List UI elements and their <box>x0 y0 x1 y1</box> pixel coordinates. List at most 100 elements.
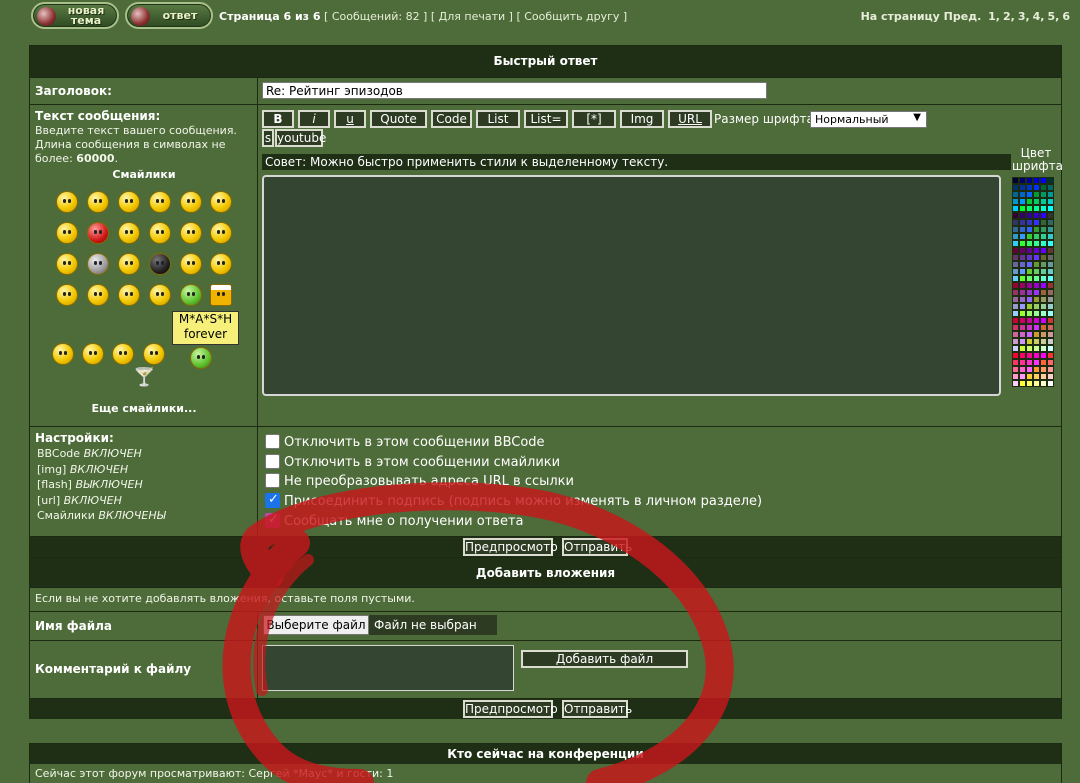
color-swatch[interactable] <box>1026 205 1033 212</box>
color-swatch[interactable] <box>1040 233 1047 240</box>
color-swatch[interactable] <box>1047 331 1054 338</box>
submit-button[interactable]: Отправить <box>562 700 632 718</box>
color-swatch[interactable] <box>1026 359 1033 366</box>
color-swatch[interactable] <box>1019 177 1026 184</box>
page-link[interactable]: 5, <box>1048 10 1060 23</box>
color-swatch[interactable] <box>1026 345 1033 352</box>
color-swatch[interactable] <box>1040 240 1047 247</box>
checkbox[interactable] <box>265 473 280 488</box>
preview-button[interactable]: Предпросмотр <box>463 538 558 556</box>
color-swatch[interactable] <box>1033 212 1040 219</box>
color-swatch[interactable] <box>1012 261 1019 268</box>
smiley-icon[interactable] <box>118 284 140 306</box>
url-button[interactable]: URL <box>668 110 712 128</box>
color-swatch[interactable] <box>1040 359 1047 366</box>
color-swatch[interactable] <box>1026 247 1033 254</box>
more-smilies-link[interactable]: Еще смайлики... <box>30 402 258 415</box>
smiley-icon[interactable] <box>118 253 140 275</box>
color-swatch[interactable] <box>1012 303 1019 310</box>
color-swatch[interactable] <box>1012 324 1019 331</box>
color-swatch[interactable] <box>1047 380 1054 387</box>
bomb-icon[interactable] <box>149 253 171 275</box>
list-item-button[interactable]: [*] <box>572 110 616 128</box>
color-swatch[interactable] <box>1019 310 1026 317</box>
color-swatch[interactable] <box>1033 198 1040 205</box>
color-swatch[interactable] <box>1026 317 1033 324</box>
color-swatch[interactable] <box>1040 212 1047 219</box>
smiley-icon[interactable] <box>56 284 78 306</box>
color-swatch[interactable] <box>1019 268 1026 275</box>
color-swatch[interactable] <box>1012 282 1019 289</box>
color-swatch[interactable] <box>1012 240 1019 247</box>
color-swatch[interactable] <box>1026 380 1033 387</box>
page-link[interactable]: 2, <box>1003 10 1015 23</box>
color-swatch[interactable] <box>1047 373 1054 380</box>
smiley-icon[interactable] <box>143 343 165 365</box>
color-swatch[interactable] <box>1040 198 1047 205</box>
color-swatch[interactable] <box>1040 282 1047 289</box>
color-swatch[interactable] <box>1040 380 1047 387</box>
color-swatch[interactable] <box>1026 240 1033 247</box>
color-swatch[interactable] <box>1026 366 1033 373</box>
color-swatch[interactable] <box>1026 310 1033 317</box>
color-swatch[interactable] <box>1012 226 1019 233</box>
color-swatch[interactable] <box>1012 247 1019 254</box>
smiley-icon[interactable] <box>56 253 78 275</box>
color-swatch[interactable] <box>1040 184 1047 191</box>
color-swatch[interactable] <box>1019 240 1026 247</box>
color-swatch[interactable] <box>1033 359 1040 366</box>
page-link[interactable]: 1, <box>988 10 1000 23</box>
smiley-icon[interactable] <box>56 222 78 244</box>
color-swatch[interactable] <box>1026 191 1033 198</box>
checkbox[interactable] <box>265 454 280 469</box>
color-swatch[interactable] <box>1026 373 1033 380</box>
checkbox-checked[interactable] <box>265 512 280 528</box>
color-swatch[interactable] <box>1012 212 1019 219</box>
color-swatch[interactable] <box>1033 226 1040 233</box>
color-swatch[interactable] <box>1019 352 1026 359</box>
color-swatch[interactable] <box>1026 338 1033 345</box>
notify-reply-option[interactable]: Сообщать мне о получении ответа <box>265 512 524 529</box>
smiley-icon[interactable] <box>210 253 232 275</box>
color-swatch[interactable] <box>1047 261 1054 268</box>
color-swatch[interactable] <box>1040 317 1047 324</box>
color-swatch[interactable] <box>1012 331 1019 338</box>
color-swatch[interactable] <box>1040 366 1047 373</box>
color-swatch[interactable] <box>1033 275 1040 282</box>
color-swatch[interactable] <box>1047 282 1054 289</box>
green-smiley-icon[interactable] <box>190 347 212 369</box>
font-size-select[interactable]: Нормальный ▼ <box>810 111 927 128</box>
color-swatch[interactable] <box>1012 205 1019 212</box>
underline-button[interactable]: u <box>334 110 366 128</box>
color-swatch[interactable] <box>1047 184 1054 191</box>
green-smiley-icon[interactable] <box>180 284 202 306</box>
color-swatch[interactable] <box>1040 268 1047 275</box>
mash-banner[interactable]: M*A*S*H forever <box>172 311 239 345</box>
page-link[interactable]: 4, <box>1033 10 1045 23</box>
color-swatch[interactable] <box>1012 380 1019 387</box>
color-swatch[interactable] <box>1047 268 1054 275</box>
color-swatch[interactable] <box>1040 310 1047 317</box>
color-swatch[interactable] <box>1040 177 1047 184</box>
color-swatch[interactable] <box>1026 177 1033 184</box>
color-swatch[interactable] <box>1040 373 1047 380</box>
color-swatch[interactable] <box>1012 366 1019 373</box>
color-swatch[interactable] <box>1047 240 1054 247</box>
color-swatch[interactable] <box>1012 289 1019 296</box>
color-palette[interactable] <box>1012 177 1055 387</box>
color-swatch[interactable] <box>1033 289 1040 296</box>
smiley-icon[interactable] <box>87 191 109 213</box>
color-swatch[interactable] <box>1012 345 1019 352</box>
color-swatch[interactable] <box>1033 254 1040 261</box>
color-swatch[interactable] <box>1019 331 1026 338</box>
color-swatch[interactable] <box>1026 282 1033 289</box>
color-swatch[interactable] <box>1040 345 1047 352</box>
color-swatch[interactable] <box>1033 324 1040 331</box>
color-swatch[interactable] <box>1047 233 1054 240</box>
color-swatch[interactable] <box>1047 317 1054 324</box>
color-swatch[interactable] <box>1047 296 1054 303</box>
smiley-icon[interactable] <box>149 222 171 244</box>
color-swatch[interactable] <box>1012 296 1019 303</box>
color-swatch[interactable] <box>1012 310 1019 317</box>
color-swatch[interactable] <box>1026 303 1033 310</box>
